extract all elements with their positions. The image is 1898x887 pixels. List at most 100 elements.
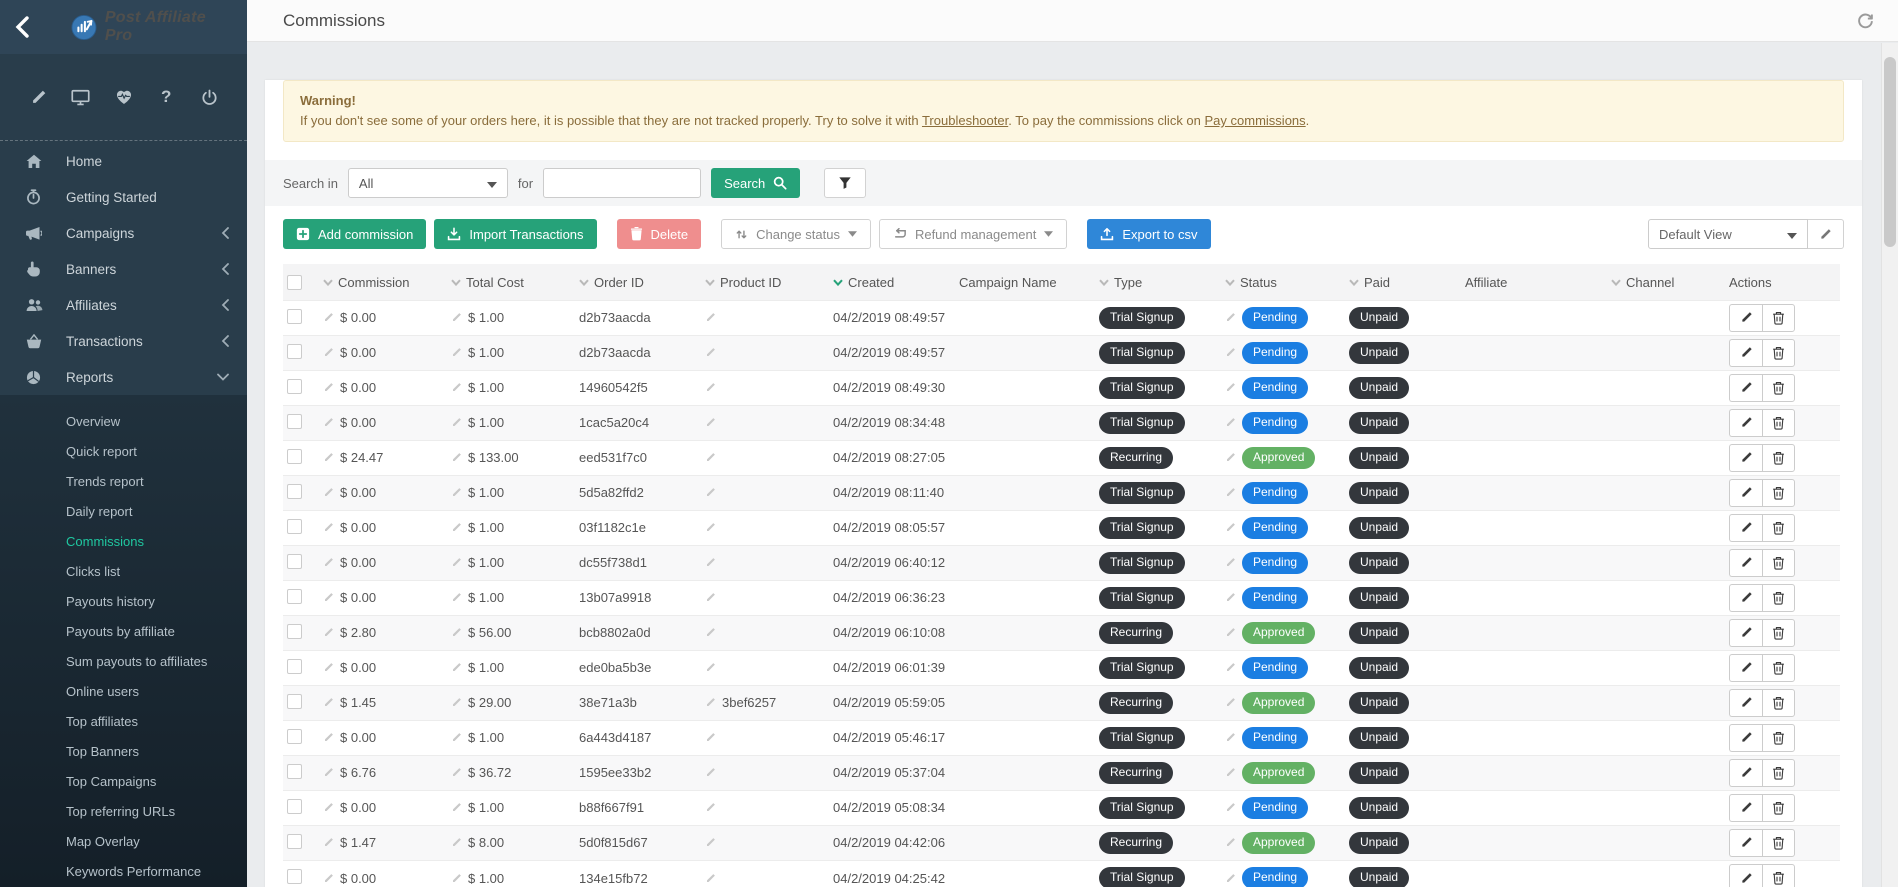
sidebar-item-transactions[interactable]: Transactions: [0, 323, 247, 359]
submenu-item-map-overlay[interactable]: Map Overlay: [0, 827, 247, 857]
edit-row-button[interactable]: [1729, 584, 1762, 612]
edit-status-icon[interactable]: [1225, 767, 1236, 778]
edit-row-button[interactable]: [1729, 304, 1762, 332]
delete-row-button[interactable]: [1762, 864, 1795, 887]
delete-row-button[interactable]: [1762, 584, 1795, 612]
column-header-type[interactable]: Type: [1095, 264, 1221, 300]
row-checkbox[interactable]: [287, 379, 302, 394]
edit-product-id-icon[interactable]: [705, 557, 716, 568]
edit-product-id-icon[interactable]: [705, 312, 716, 323]
submenu-item-sum-payouts-to-affiliates[interactable]: Sum payouts to affiliates: [0, 647, 247, 677]
column-header-order-id[interactable]: Order ID: [575, 264, 701, 300]
submenu-item-commissions[interactable]: Commissions: [0, 527, 247, 557]
row-checkbox[interactable]: [287, 869, 302, 884]
sort-icon[interactable]: [1099, 279, 1109, 286]
column-header-created[interactable]: Created: [829, 264, 955, 300]
filter-button[interactable]: [824, 168, 866, 198]
edit-view-button[interactable]: [1808, 219, 1844, 249]
collapse-sidebar-icon[interactable]: [14, 16, 43, 38]
edit-status-icon[interactable]: [1225, 382, 1236, 393]
edit-commission-icon[interactable]: [323, 382, 334, 393]
sort-icon[interactable]: [1349, 279, 1359, 286]
row-checkbox[interactable]: [287, 344, 302, 359]
edit-row-button[interactable]: [1729, 479, 1762, 507]
sort-icon[interactable]: [705, 279, 715, 286]
edit-total-cost-icon[interactable]: [451, 347, 462, 358]
edit-row-button[interactable]: [1729, 619, 1762, 647]
column-header-product-id[interactable]: Product ID: [701, 264, 829, 300]
submenu-item-keywords-performance[interactable]: Keywords Performance: [0, 857, 247, 887]
delete-row-button[interactable]: [1762, 549, 1795, 577]
edit-commission-icon[interactable]: [323, 697, 334, 708]
delete-row-button[interactable]: [1762, 304, 1795, 332]
column-header-status[interactable]: Status: [1221, 264, 1345, 300]
submenu-item-top-campaigns[interactable]: Top Campaigns: [0, 767, 247, 797]
edit-commission-icon[interactable]: [323, 873, 334, 884]
column-header-select-all[interactable]: [283, 264, 319, 300]
edit-commission-icon[interactable]: [323, 557, 334, 568]
submenu-item-daily-report[interactable]: Daily report: [0, 497, 247, 527]
row-checkbox[interactable]: [287, 519, 302, 534]
edit-row-button[interactable]: [1729, 864, 1762, 887]
edit-commission-icon[interactable]: [323, 312, 334, 323]
edit-status-icon[interactable]: [1225, 557, 1236, 568]
column-header-channel[interactable]: Channel: [1607, 264, 1725, 300]
delete-button[interactable]: Delete: [617, 219, 702, 249]
delete-row-button[interactable]: [1762, 444, 1795, 472]
delete-row-button[interactable]: [1762, 794, 1795, 822]
edit-row-button[interactable]: [1729, 829, 1762, 857]
edit-product-id-icon[interactable]: [705, 382, 716, 393]
row-checkbox[interactable]: [287, 799, 302, 814]
edit-total-cost-icon[interactable]: [451, 522, 462, 533]
row-checkbox[interactable]: [287, 449, 302, 464]
edit-commission-icon[interactable]: [323, 347, 334, 358]
column-header-commission[interactable]: Commission: [319, 264, 447, 300]
sort-icon[interactable]: [451, 279, 461, 286]
edit-status-icon[interactable]: [1225, 347, 1236, 358]
delete-row-button[interactable]: [1762, 374, 1795, 402]
edit-total-cost-icon[interactable]: [451, 592, 462, 603]
delete-row-button[interactable]: [1762, 479, 1795, 507]
delete-row-button[interactable]: [1762, 409, 1795, 437]
edit-total-cost-icon[interactable]: [451, 697, 462, 708]
edit-total-cost-icon[interactable]: [451, 487, 462, 498]
edit-product-id-icon[interactable]: [705, 487, 716, 498]
edit-product-id-icon[interactable]: [705, 592, 716, 603]
edit-commission-icon[interactable]: [323, 627, 334, 638]
edit-product-id-icon[interactable]: [705, 522, 716, 533]
edit-row-button[interactable]: [1729, 724, 1762, 752]
submenu-item-top-banners[interactable]: Top Banners: [0, 737, 247, 767]
edit-status-icon[interactable]: [1225, 732, 1236, 743]
submenu-item-quick-report[interactable]: Quick report: [0, 437, 247, 467]
sort-icon[interactable]: [323, 279, 333, 286]
sort-icon[interactable]: [833, 279, 843, 286]
submenu-item-top-affiliates[interactable]: Top affiliates: [0, 707, 247, 737]
delete-row-button[interactable]: [1762, 689, 1795, 717]
sidebar-item-affiliates[interactable]: Affiliates: [0, 287, 247, 323]
edit-total-cost-icon[interactable]: [451, 732, 462, 743]
edit-status-icon[interactable]: [1225, 697, 1236, 708]
edit-total-cost-icon[interactable]: [451, 837, 462, 848]
help-question-icon[interactable]: ?: [154, 85, 178, 109]
edit-commission-icon[interactable]: [323, 732, 334, 743]
scrollbar-thumb[interactable]: [1884, 57, 1896, 247]
row-checkbox[interactable]: [287, 589, 302, 604]
row-checkbox[interactable]: [287, 554, 302, 569]
monitor-icon[interactable]: [69, 85, 93, 109]
edit-product-id-icon[interactable]: [705, 347, 716, 358]
sidebar-item-home[interactable]: Home: [0, 143, 247, 179]
edit-status-icon[interactable]: [1225, 487, 1236, 498]
edit-total-cost-icon[interactable]: [451, 873, 462, 884]
sidebar-item-getting-started[interactable]: Getting Started: [0, 179, 247, 215]
submenu-item-overview[interactable]: Overview: [0, 407, 247, 437]
edit-pencil-icon[interactable]: [26, 85, 50, 109]
export-csv-button[interactable]: Export to csv: [1087, 219, 1210, 249]
import-transactions-button[interactable]: Import Transactions: [434, 219, 596, 249]
sort-icon[interactable]: [1225, 279, 1235, 286]
row-checkbox[interactable]: [287, 414, 302, 429]
edit-total-cost-icon[interactable]: [451, 312, 462, 323]
edit-status-icon[interactable]: [1225, 837, 1236, 848]
delete-row-button[interactable]: [1762, 654, 1795, 682]
edit-product-id-icon[interactable]: [705, 417, 716, 428]
edit-row-button[interactable]: [1729, 409, 1762, 437]
